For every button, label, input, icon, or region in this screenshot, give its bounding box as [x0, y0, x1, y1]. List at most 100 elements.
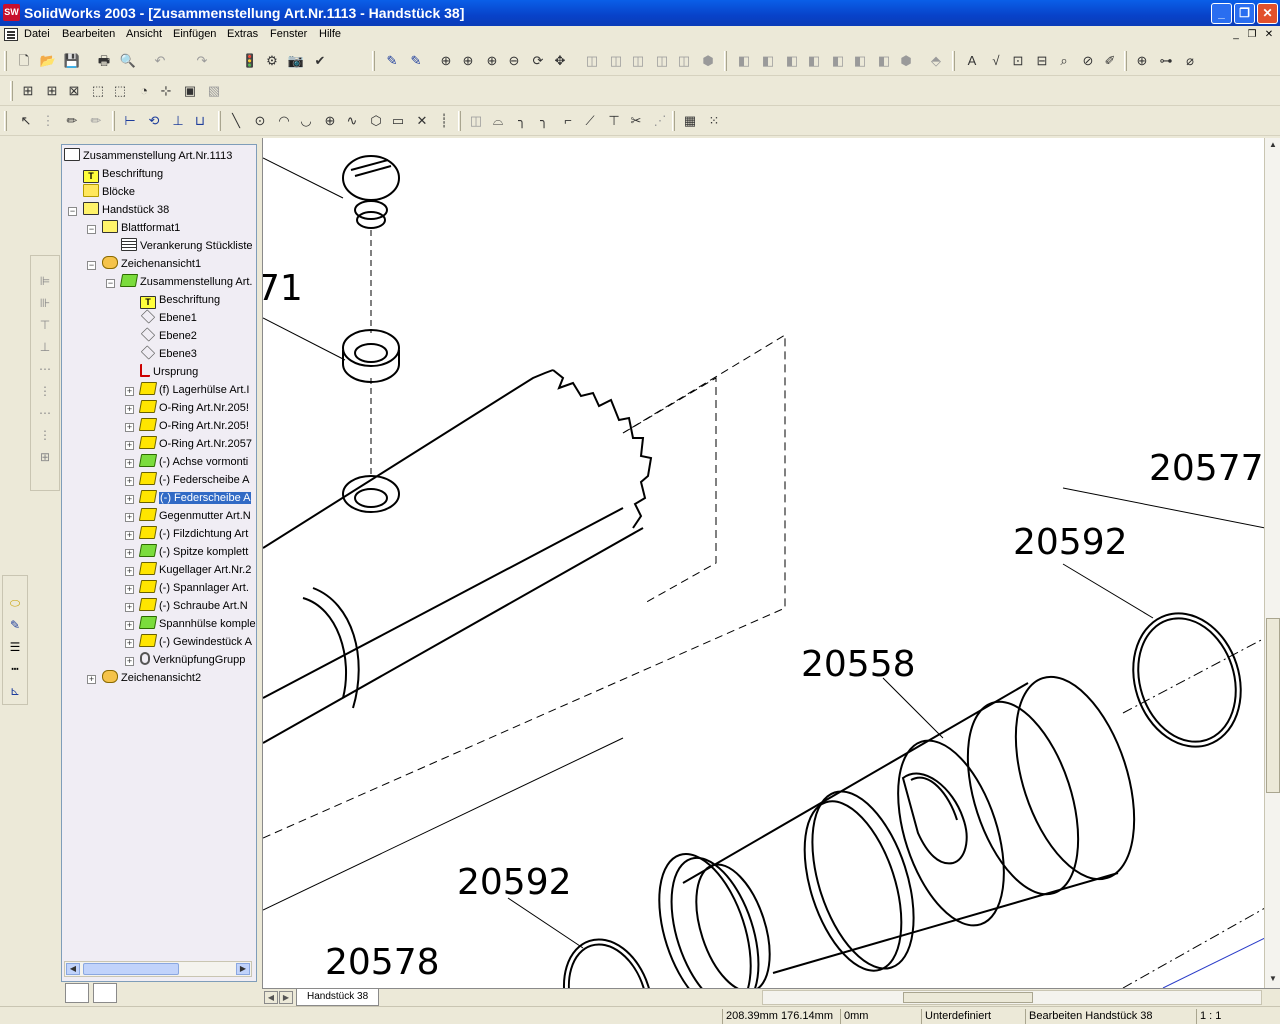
grid-icon[interactable]: ⋮ — [38, 111, 58, 131]
space-vertical-icon[interactable]: ⋮ — [36, 426, 54, 444]
layer-icon[interactable]: ⬭ — [6, 594, 24, 612]
group-icon[interactable]: ⊞ — [36, 448, 54, 466]
shadows-icon[interactable]: ◧ — [850, 51, 870, 71]
tools-options-icon[interactable]: ⚙ — [262, 51, 282, 71]
tree-item[interactable]: (-) Federscheibe A — [138, 472, 249, 489]
expand-toggle[interactable]: + — [125, 531, 134, 540]
view-front-icon[interactable]: ◫ — [582, 51, 602, 71]
property-manager-tab[interactable] — [93, 983, 117, 1003]
collapse-toggle[interactable]: − — [68, 207, 77, 216]
expand-toggle[interactable]: + — [87, 675, 96, 684]
datum-feature-icon[interactable]: ⊟ — [1032, 51, 1052, 71]
tree-item-selected[interactable]: (-) Federscheibe A — [138, 490, 252, 507]
select-edge-icon[interactable]: ✎ — [382, 51, 402, 71]
tree-item[interactable]: Zusammenstellung Art. — [119, 274, 253, 291]
geometric-tolerance-icon[interactable]: ⊡ — [1008, 51, 1028, 71]
scroll-thumb[interactable] — [903, 992, 1033, 1003]
expand-toggle[interactable]: + — [125, 639, 134, 648]
tree-item[interactable]: Handstück 38 — [83, 202, 169, 219]
section-view-icon[interactable]: ⬢ — [896, 51, 916, 71]
maximize-button[interactable]: ❐ — [1234, 3, 1255, 24]
detail-view-icon[interactable]: ◔ — [134, 81, 154, 101]
expand-toggle[interactable]: + — [125, 423, 134, 432]
toolbar-grip[interactable] — [10, 81, 13, 101]
toolbar-grip[interactable] — [458, 111, 461, 131]
polygon-icon[interactable]: ⬡ — [366, 111, 386, 131]
expand-toggle[interactable]: + — [125, 657, 134, 666]
tree-item[interactable]: Ebene2 — [140, 327, 197, 345]
toolbar-grip[interactable] — [372, 51, 375, 71]
zoom-area-icon[interactable]: ⊕ — [482, 51, 502, 71]
align-top-icon[interactable]: ⊤ — [36, 316, 54, 334]
lighting-icon[interactable]: ⬘ — [926, 51, 946, 71]
auxiliary-view-icon[interactable]: ⬚ — [88, 81, 108, 101]
smart-dimension-icon[interactable]: ⊢ — [120, 111, 140, 131]
sheet-tab[interactable]: Handstück 38 — [296, 989, 380, 1006]
rebuild-icon[interactable]: 🚦 — [240, 51, 260, 71]
auto-balloon-icon[interactable]: ✐ — [1100, 51, 1120, 71]
point-icon[interactable]: ✕ — [412, 111, 432, 131]
center-mark-icon[interactable]: ⊕ — [1132, 51, 1152, 71]
split-icon[interactable]: ✂ — [626, 111, 646, 131]
align-horizontal-icon[interactable]: ⋯ — [36, 360, 54, 378]
view-top-icon[interactable]: ◫ — [674, 51, 694, 71]
scroll-up-icon[interactable]: ▲ — [1266, 138, 1280, 152]
line-icon[interactable]: ╲ — [226, 111, 246, 131]
new-document-icon[interactable]: 🗋 — [14, 51, 34, 71]
tree-item[interactable]: Zeichenansicht2 — [102, 670, 201, 687]
toolbar-grip[interactable] — [4, 51, 7, 71]
toolbar-grip[interactable] — [4, 111, 7, 131]
collapse-toggle[interactable]: − — [87, 261, 96, 270]
tree-item[interactable]: (-) Achse vormonti — [138, 454, 248, 471]
align-left-icon[interactable]: ⊫ — [36, 272, 54, 290]
tree-item[interactable]: (-) Spitze komplett — [138, 544, 248, 561]
balloon-label[interactable]: 20592 — [457, 862, 572, 903]
line-thickness-icon[interactable]: ☰ — [6, 638, 24, 656]
view-left-icon[interactable]: ◫ — [628, 51, 648, 71]
circle-icon[interactable]: ⊙ — [250, 111, 270, 131]
tree-item[interactable]: Blöcke — [83, 184, 135, 201]
datum-target-icon[interactable]: ⌕ — [1054, 51, 1074, 71]
tree-item[interactable]: (-) Schraube Art.N — [138, 598, 248, 615]
align-vertical-icon[interactable]: ⋮ — [36, 382, 54, 400]
expand-toggle[interactable]: + — [125, 459, 134, 468]
expand-toggle[interactable]: + — [125, 405, 134, 414]
model-view-icon[interactable]: ⊞ — [42, 81, 62, 101]
alternate-position-icon[interactable]: ▧ — [204, 81, 224, 101]
shaded-icon[interactable]: ◧ — [804, 51, 824, 71]
perspective-icon[interactable]: ◧ — [874, 51, 894, 71]
select-face-icon[interactable]: ✎ — [406, 51, 426, 71]
mdi-restore-icon[interactable]: ❐ — [1244, 28, 1260, 42]
add-relation-icon[interactable]: ⊥ — [168, 111, 188, 131]
tree-item[interactable]: Gegenmutter Art.N — [138, 508, 251, 525]
mdi-close-icon[interactable]: ✕ — [1261, 28, 1277, 42]
shaded-edges-icon[interactable]: ◧ — [828, 51, 848, 71]
arc-icon[interactable]: ◠ — [274, 111, 294, 131]
tree-item[interactable]: (-) Filzdichtung Art — [138, 526, 248, 543]
align-right-icon[interactable]: ⊪ — [36, 294, 54, 312]
tree-item[interactable]: Ebene3 — [140, 345, 197, 363]
view-right-icon[interactable]: ◫ — [652, 51, 672, 71]
tree-item[interactable]: Ursprung — [140, 364, 198, 381]
balloon-label[interactable]: 20558 — [801, 644, 916, 685]
tree-item[interactable]: Zeichenansicht1 — [102, 256, 201, 273]
hole-callout-icon[interactable]: ⌀ — [1180, 51, 1200, 71]
menu-ansicht[interactable]: Ansicht — [126, 28, 162, 40]
expand-toggle[interactable]: + — [125, 585, 134, 594]
menu-einfuegen[interactable]: Einfügen — [173, 28, 216, 40]
linear-pattern-icon[interactable]: ▦ — [680, 111, 700, 131]
zoom-fit-icon[interactable]: ⊕ — [436, 51, 456, 71]
view-iso-icon[interactable]: ⬢ — [698, 51, 718, 71]
drawing-vertical-scrollbar[interactable]: ▲ ▼ — [1264, 138, 1280, 988]
view-back-icon[interactable]: ◫ — [606, 51, 626, 71]
display-relations-icon[interactable]: ⊔ — [190, 111, 210, 131]
previous-sheet-icon[interactable]: ◀ — [264, 991, 278, 1004]
note-icon[interactable]: A — [962, 51, 982, 71]
print-preview-icon[interactable]: 🔍 — [118, 51, 138, 71]
line-color-icon[interactable]: ✎ — [6, 616, 24, 634]
toolbar-grip[interactable] — [218, 111, 221, 131]
collapse-toggle[interactable]: − — [87, 225, 96, 234]
convert-entities-icon[interactable]: ⌐ — [558, 111, 578, 131]
redo-icon[interactable]: ↷ — [192, 51, 212, 71]
scroll-right-icon[interactable]: ▶ — [236, 963, 250, 975]
